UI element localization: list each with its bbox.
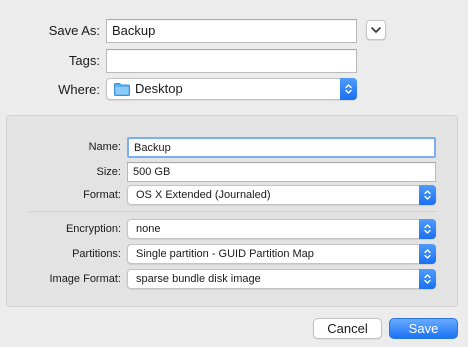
popup-arrows-icon — [340, 78, 357, 100]
save-as-label: Save As: — [48, 23, 100, 38]
format-popup[interactable]: OS X Extended (Journaled) — [127, 185, 436, 205]
format-value: OS X Extended (Journaled) — [136, 189, 271, 201]
cancel-button[interactable]: Cancel — [313, 318, 382, 339]
save-button[interactable]: Save — [389, 318, 458, 339]
size-label: Size: — [96, 166, 121, 178]
where-label: Where: — [58, 82, 100, 97]
popup-arrows-icon — [419, 244, 436, 264]
popup-arrows-icon — [419, 219, 436, 239]
encryption-value: none — [136, 223, 161, 235]
partitions-popup[interactable]: Single partition - GUID Partition Map — [127, 244, 436, 264]
image-format-popup[interactable]: sparse bundle disk image — [127, 269, 436, 289]
tags-label: Tags: — [68, 53, 100, 68]
expand-dialog-button[interactable] — [366, 20, 386, 40]
save-as-field[interactable]: Backup — [106, 19, 357, 43]
chevron-down-icon — [371, 27, 381, 33]
where-popup[interactable]: Desktop — [106, 78, 357, 100]
separator — [29, 211, 437, 212]
size-field[interactable]: 500 GB — [127, 162, 436, 182]
encryption-popup[interactable]: none — [127, 219, 436, 239]
image-format-value: sparse bundle disk image — [136, 273, 261, 285]
partitions-label: Partitions: — [72, 248, 121, 260]
format-label: Format: — [83, 189, 121, 201]
popup-arrows-icon — [419, 269, 436, 289]
encryption-label: Encryption: — [65, 223, 121, 235]
name-label: Name: — [88, 141, 121, 153]
image-options-panel: Name: Backup Size: 500 GB Format: OS X E… — [6, 115, 458, 307]
where-value: Desktop — [135, 81, 183, 96]
image-format-label: Image Format: — [49, 273, 121, 285]
name-field[interactable]: Backup — [127, 137, 436, 158]
partitions-value: Single partition - GUID Partition Map — [136, 248, 314, 260]
folder-icon — [114, 83, 130, 96]
popup-arrows-icon — [419, 185, 436, 205]
tags-field[interactable] — [106, 49, 357, 73]
